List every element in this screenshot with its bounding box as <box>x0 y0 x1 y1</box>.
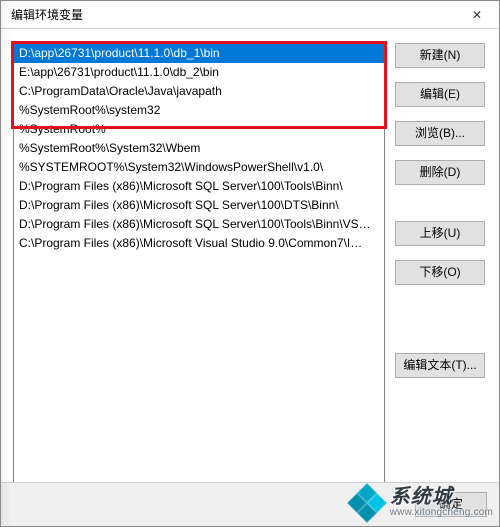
dialog-window: 编辑环境变量 ✕ D:\app\26731\product\11.1.0\db_… <box>0 0 500 527</box>
close-icon: ✕ <box>472 8 482 22</box>
list-item[interactable]: C:\ProgramData\Oracle\Java\javapath <box>14 82 384 101</box>
list-item[interactable]: %SystemRoot%\System32\Wbem <box>14 139 384 158</box>
list-item[interactable]: D:\Program Files (x86)\Microsoft SQL Ser… <box>14 196 384 215</box>
list-item[interactable]: D:\app\26731\product\11.1.0\db_1\bin <box>14 44 384 63</box>
delete-button[interactable]: 删除(D) <box>395 160 485 185</box>
move-down-button[interactable]: 下移(O) <box>395 260 485 285</box>
window-title: 编辑环境变量 <box>11 6 83 23</box>
list-item[interactable]: %SystemRoot% <box>14 120 384 139</box>
list-item[interactable]: E:\app\26731\product\11.1.0\db_2\bin <box>14 63 384 82</box>
content-area: D:\app\26731\product\11.1.0\db_1\binE:\a… <box>1 29 499 526</box>
list-item[interactable]: D:\Program Files (x86)\Microsoft SQL Ser… <box>14 177 384 196</box>
close-button[interactable]: ✕ <box>455 1 499 29</box>
list-item[interactable]: %SystemRoot%\system32 <box>14 101 384 120</box>
browse-button[interactable]: 浏览(B)... <box>395 121 485 146</box>
edit-button[interactable]: 编辑(E) <box>395 82 485 107</box>
list-item[interactable]: %SYSTEMROOT%\System32\WindowsPowerShell\… <box>14 158 384 177</box>
ok-button[interactable]: 确定 <box>415 492 487 517</box>
titlebar: 编辑环境变量 ✕ <box>1 1 499 29</box>
edit-text-button[interactable]: 编辑文本(T)... <box>395 353 485 378</box>
bottom-bar: 确定 <box>1 482 499 526</box>
new-button[interactable]: 新建(N) <box>395 43 485 68</box>
path-listbox[interactable]: D:\app\26731\product\11.1.0\db_1\binE:\a… <box>13 43 385 483</box>
move-up-button[interactable]: 上移(U) <box>395 221 485 246</box>
list-item[interactable]: C:\Program Files (x86)\Microsoft Visual … <box>14 234 384 253</box>
list-item[interactable]: D:\Program Files (x86)\Microsoft SQL Ser… <box>14 215 384 234</box>
side-button-column: 新建(N) 编辑(E) 浏览(B)... 删除(D) 上移(U) 下移(O) 编… <box>395 43 485 516</box>
